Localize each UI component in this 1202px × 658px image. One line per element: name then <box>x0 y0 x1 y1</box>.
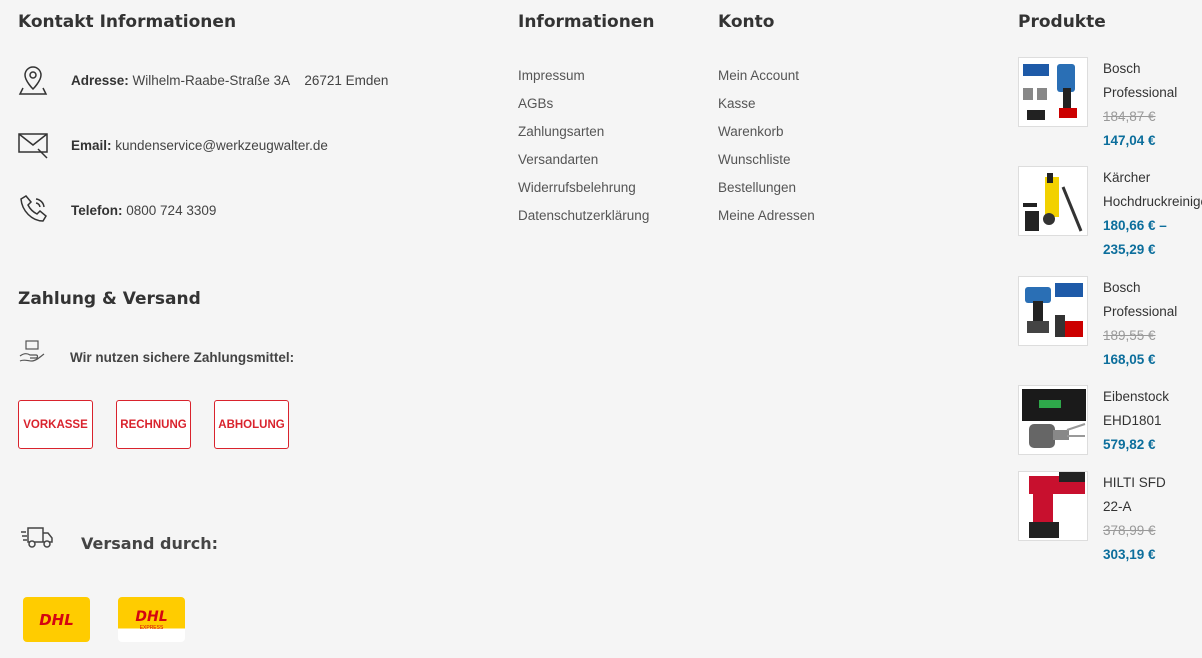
link-zahlungsarten[interactable]: Zahlungsarten <box>518 118 654 146</box>
link-bestellungen[interactable]: Bestellungen <box>718 174 815 202</box>
payment-badge-abholung: ABHOLUNG <box>214 400 289 449</box>
dhl-logo-text: DHL <box>39 610 74 629</box>
product-name-2[interactable]: 22-A <box>1103 495 1202 519</box>
link-meine-adressen[interactable]: Meine Adressen <box>718 202 815 230</box>
dhl-express-text: DHL <box>135 608 168 625</box>
produkte-title: Produkte <box>1018 12 1106 32</box>
email-label: Email: <box>71 137 112 153</box>
product-image-hilti[interactable] <box>1018 471 1088 541</box>
dhl-logo: DHL <box>23 597 90 642</box>
product-name-2[interactable]: Professional <box>1103 81 1202 105</box>
link-versandarten[interactable]: Versandarten <box>518 146 654 174</box>
konto-section: Konto Mein Account Kasse Warenkorb Wunsc… <box>718 0 815 230</box>
location-pin-icon <box>18 64 50 96</box>
product-name[interactable]: Eibenstock <box>1103 385 1202 409</box>
phone-label: Telefon: <box>71 202 123 218</box>
hand-payment-icon <box>18 338 46 371</box>
address-value: Wilhelm-Raabe-Straße 3A 26721 Emden <box>132 72 389 88</box>
phone-link[interactable]: 0800 724 3309 <box>126 203 216 218</box>
link-datenschutz[interactable]: Datenschutzerklärung <box>518 202 654 230</box>
product-old-price: 184,87 € <box>1103 109 1156 124</box>
product-image-bosch-drill[interactable] <box>1018 276 1088 346</box>
product-name-2[interactable]: Hochdruckreiniger <box>1103 190 1202 214</box>
link-agbs[interactable]: AGBs <box>518 90 654 118</box>
product-name[interactable]: Bosch <box>1103 57 1202 81</box>
dhl-express-logo: DHL EXPRESS <box>118 597 185 642</box>
payment-badge-rechnung: RECHNUNG <box>116 400 191 449</box>
envelope-icon <box>18 129 50 161</box>
product-image-bosch-drill-case[interactable] <box>1018 57 1088 127</box>
product-name-2[interactable]: EHD1801 <box>1103 409 1202 433</box>
email-link[interactable]: kundenservice@werkzeugwalter.de <box>115 138 328 153</box>
product-old-price: 189,55 € <box>1103 328 1156 343</box>
product-image-eibenstock[interactable] <box>1018 385 1088 455</box>
contact-title: Kontakt Informationen <box>18 12 237 32</box>
konto-title: Konto <box>718 12 775 32</box>
product-price-max: 235,29 € <box>1103 242 1156 257</box>
informationen-links: Impressum AGBs Zahlungsarten Versandarte… <box>518 62 654 230</box>
product-price: 147,04 € <box>1103 133 1156 148</box>
link-warenkorb[interactable]: Warenkorb <box>718 118 815 146</box>
link-widerrufsbelehrung[interactable]: Widerrufsbelehrung <box>518 174 654 202</box>
address-row: Adresse: Wilhelm-Raabe-Straße 3A 26721 E… <box>18 64 388 96</box>
payment-badge-vorkasse: VORKASSE <box>18 400 93 449</box>
link-impressum[interactable]: Impressum <box>518 62 654 90</box>
konto-links: Mein Account Kasse Warenkorb Wunschliste… <box>718 62 815 230</box>
address-label: Adresse: <box>71 72 129 88</box>
product-price: 180,66 € – <box>1103 218 1167 233</box>
secure-payment-text: Wir nutzen sichere Zahlungsmittel: <box>70 350 295 365</box>
link-mein-account[interactable]: Mein Account <box>718 62 815 90</box>
product-image-kaercher[interactable] <box>1018 166 1088 236</box>
product-old-price: 378,99 € <box>1103 523 1156 538</box>
dhl-express-sub: EXPRESS <box>139 624 164 631</box>
product-name-2[interactable]: Professional <box>1103 300 1202 324</box>
product-price: 579,82 € <box>1103 437 1156 452</box>
delivery-truck-icon <box>20 524 54 555</box>
link-kasse[interactable]: Kasse <box>718 90 815 118</box>
email-row: Email: kundenservice@werkzeugwalter.de <box>18 129 328 161</box>
product-name[interactable]: Bosch <box>1103 276 1202 300</box>
product-name[interactable]: Kärcher <box>1103 166 1202 190</box>
informationen-title: Informationen <box>518 12 655 32</box>
link-wunschliste[interactable]: Wunschliste <box>718 146 815 174</box>
informationen-section: Informationen Impressum AGBs Zahlungsart… <box>518 0 654 230</box>
product-price: 168,05 € <box>1103 352 1156 367</box>
payment-title: Zahlung & Versand <box>18 289 201 309</box>
shipping-title: Versand durch: <box>81 534 218 553</box>
phone-icon <box>18 194 50 226</box>
product-price: 303,19 € <box>1103 547 1156 562</box>
product-name[interactable]: HILTI SFD <box>1103 471 1202 495</box>
phone-row: Telefon: 0800 724 3309 <box>18 194 216 226</box>
